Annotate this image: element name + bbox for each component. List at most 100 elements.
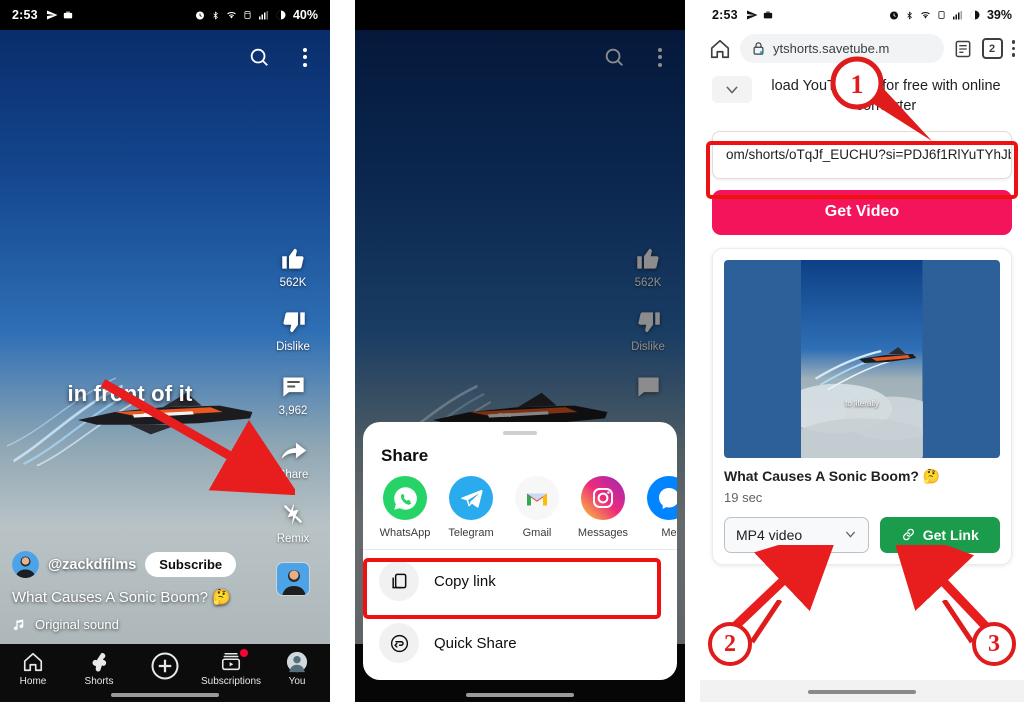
share-target-label: Gmail — [522, 527, 552, 539]
thumbs-down-icon — [277, 306, 309, 338]
share-target-whatsapp[interactable]: WhatsApp — [373, 476, 437, 539]
remix-label: Remix — [276, 533, 310, 545]
battery-circle-icon — [276, 10, 286, 20]
comment-icon — [277, 370, 309, 402]
nav-item-subscriptions[interactable]: Subscriptions — [198, 649, 264, 687]
share-target-label: WhatsApp — [379, 527, 431, 539]
like-button[interactable]: 562K — [277, 242, 309, 289]
chevron-down-icon — [845, 531, 855, 538]
result-controls[interactable]: MP4 video Get Link — [724, 516, 1000, 553]
subscribe-button[interactable]: Subscribe — [145, 552, 237, 577]
share-target-messenger[interactable]: Me — [637, 476, 677, 539]
url-input-field[interactable]: om/shorts/oTqJf_EUCHU?si=PDJ6f1RlYuTYhJb… — [712, 130, 1012, 179]
status-left-icons — [46, 9, 73, 21]
search-icon[interactable] — [246, 44, 272, 70]
shorts-action-rail[interactable]: 562K Dislike 3,962 Share Remix — [264, 242, 322, 596]
messenger-icon — [647, 476, 677, 520]
tab-count-button[interactable]: 2 — [981, 38, 1003, 59]
remix-button[interactable]: Remix — [276, 498, 310, 545]
format-select-value: MP4 video — [736, 526, 803, 543]
alarm-icon — [889, 11, 898, 20]
browser-toolbar[interactable]: ytshorts.savetube.m 2 — [700, 30, 1024, 72]
account-avatar-icon — [286, 651, 308, 673]
share-target-label: Telegram — [448, 527, 494, 539]
quick-share-icon — [379, 623, 419, 663]
share-target-label: Messages — [577, 527, 629, 539]
status-right-icons: 40% — [194, 8, 318, 22]
more-vertical-icon[interactable] — [1011, 40, 1015, 57]
share-button[interactable]: Share — [277, 434, 309, 481]
sim-icon — [244, 11, 251, 19]
battery-percent: 39% — [986, 8, 1012, 22]
signal-icon — [258, 11, 268, 20]
nav-item-create[interactable] — [132, 651, 198, 681]
nav-item-you[interactable]: You — [264, 651, 330, 687]
status-left-icons — [746, 9, 773, 21]
copy-link-icon — [379, 561, 419, 601]
shorts-top-controls[interactable] — [246, 44, 318, 70]
sound-row[interactable]: Original sound — [12, 617, 266, 632]
channel-handle[interactable]: @zackdfilms — [48, 557, 136, 573]
like-count: 562K — [279, 277, 307, 289]
share-row-quick-share[interactable]: Quick Share — [363, 612, 677, 674]
hero-headline: load YouTube … for free with online conv… — [771, 78, 1001, 115]
nav-label: Home — [19, 676, 47, 687]
thumbnail-inner — [801, 259, 923, 458]
dislike-button[interactable]: Dislike — [276, 306, 310, 353]
share-target-messages[interactable]: Messages — [571, 476, 635, 539]
nav-item-shorts[interactable]: Shorts — [66, 651, 132, 687]
share-row-copy-link[interactable]: Copy link — [363, 550, 677, 612]
reader-mode-icon[interactable] — [953, 39, 973, 59]
result-title: What Causes A Sonic Boom? 🤔 — [724, 467, 941, 484]
get-link-button[interactable]: Get Link — [879, 516, 1000, 553]
nav-item-home[interactable]: Home — [0, 651, 66, 687]
nav-label: Shorts — [84, 676, 114, 687]
status-bar: 2:53 39% — [700, 0, 1024, 30]
avatar[interactable] — [12, 551, 39, 578]
share-app-row[interactable]: WhatsApp Telegram Gmail Messages Me — [363, 470, 677, 549]
sim-icon — [938, 11, 945, 19]
share-bottom-sheet: Share WhatsApp Telegram Gmail Messages M… — [363, 422, 677, 680]
tutorial-screenshot: 2:53 40% FILMS 562K Dislike 3,962 Share … — [0, 0, 1024, 702]
signal-icon — [952, 11, 962, 20]
share-target-gmail[interactable]: Gmail — [505, 476, 569, 539]
notification-dot — [240, 649, 248, 657]
comment-count: 3,962 — [278, 405, 308, 417]
format-select[interactable]: MP4 video — [724, 516, 869, 553]
comments-button[interactable]: 3,962 — [277, 370, 309, 417]
status-bar: 2:53 40% — [0, 0, 330, 30]
subscriptions-icon — [221, 652, 241, 671]
send-icon — [746, 10, 758, 20]
remix-icon — [277, 498, 309, 530]
callout-number-3: 3 — [972, 622, 1016, 666]
shorts-icon — [92, 653, 107, 672]
wifi-icon — [227, 12, 236, 19]
home-icon[interactable] — [709, 38, 731, 60]
share-label: Share — [277, 469, 309, 481]
channel-row[interactable]: @zackdfilms Subscribe — [12, 551, 266, 578]
result-duration: 19 sec — [724, 489, 763, 505]
share-sheet-title: Share — [381, 446, 429, 465]
chevron-down-icon[interactable] — [712, 76, 752, 103]
more-vertical-icon[interactable] — [292, 44, 318, 70]
status-right-icons: 39% — [888, 8, 1012, 22]
hero-row: load YouTube … for free with online conv… — [712, 72, 1012, 117]
get-link-label: Get Link — [922, 526, 979, 543]
send-icon — [46, 10, 58, 20]
instagram-icon — [581, 476, 625, 520]
home-indicator — [700, 680, 1024, 702]
video-meta: @zackdfilms Subscribe What Causes A Soni… — [12, 551, 266, 632]
phone-panel-shorts: 2:53 40% FILMS 562K Dislike 3,962 Share … — [0, 0, 330, 702]
share-row-label: Quick Share — [434, 634, 517, 652]
battery-circle-icon — [970, 10, 980, 20]
get-video-button[interactable]: Get Video — [712, 189, 1012, 235]
share-target-telegram[interactable]: Telegram — [439, 476, 503, 539]
address-bar[interactable]: ytshorts.savetube.m — [740, 34, 944, 63]
battery-percent: 40% — [292, 8, 318, 22]
alarm-icon — [195, 11, 204, 20]
link-icon — [902, 528, 914, 541]
video-thumbnail: to literally — [724, 259, 1000, 458]
video-caption-overlay: in front of it — [67, 381, 193, 406]
channel-thumbnail[interactable] — [276, 562, 310, 596]
bluetooth-icon — [213, 10, 218, 20]
